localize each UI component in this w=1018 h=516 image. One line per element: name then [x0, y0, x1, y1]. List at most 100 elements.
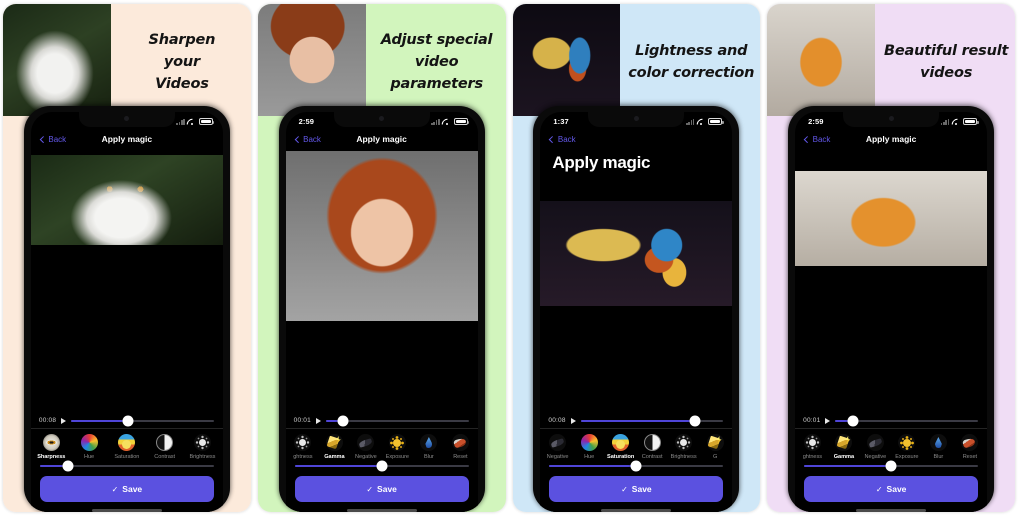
back-button[interactable]: Back	[294, 135, 321, 144]
back-button-label: Back	[48, 134, 67, 144]
filter-item-exposure[interactable]: Exposure	[382, 434, 413, 460]
adjust-slider-row	[795, 460, 987, 472]
current-time-label: 00:01	[803, 417, 821, 424]
filter-item-saturation[interactable]: Saturation	[605, 434, 636, 460]
adjust-slider[interactable]	[294, 460, 469, 472]
hero-photo-owl-thumbnail	[3, 4, 111, 116]
scrubber-knob[interactable]	[847, 415, 859, 426]
promo-caption-line: Lightness and	[635, 42, 748, 59]
scrubber-knob[interactable]	[337, 415, 349, 426]
filter-item-negative[interactable]: Negative	[542, 434, 573, 460]
home-indicator	[91, 509, 162, 512]
promo-caption: Beautiful result videos	[875, 4, 1015, 116]
filter-item-exposure[interactable]: Exposure	[892, 434, 923, 460]
save-button-wrap: ✓ Save	[286, 472, 478, 502]
filter-item-blur[interactable]: Blur	[923, 434, 954, 460]
status-indicators	[176, 118, 215, 125]
video-stage	[795, 149, 988, 413]
filter-item-hue[interactable]: Hue	[71, 434, 108, 460]
filter-label: Exposure	[385, 454, 409, 460]
filter-item-saturation[interactable]: Saturation	[108, 434, 145, 460]
promo-hero: Adjust special video parameters	[257, 4, 506, 116]
scrubber-fill	[71, 419, 129, 422]
save-button[interactable]: ✓ Save	[294, 476, 469, 502]
promo-caption-line: videos	[920, 65, 973, 81]
adjust-knob[interactable]	[885, 460, 897, 472]
back-button[interactable]: Back	[549, 135, 576, 144]
wifi-icon	[187, 118, 196, 125]
filter-item-reset[interactable]: Reset	[955, 434, 986, 460]
scrubber-row: 00:01	[795, 413, 988, 429]
play-icon[interactable]	[825, 417, 831, 424]
filter-item-negative[interactable]: Negative	[351, 434, 382, 460]
gamma-icon	[835, 434, 853, 451]
video-preview[interactable]	[795, 171, 988, 266]
back-button[interactable]: Back	[804, 135, 830, 144]
scrubber-slider[interactable]	[325, 415, 469, 426]
save-button[interactable]: ✓ Save	[804, 476, 979, 502]
play-icon[interactable]	[570, 417, 576, 424]
adjust-slider[interactable]	[549, 460, 724, 472]
chevron-left-icon	[804, 135, 811, 143]
filter-item-brightness[interactable]: Brightness	[668, 434, 699, 460]
back-button[interactable]: Back	[39, 134, 67, 144]
scrubber-knob[interactable]	[689, 415, 701, 426]
play-icon[interactable]	[61, 417, 67, 424]
blur-icon	[929, 434, 947, 451]
scrubber-slider[interactable]	[71, 415, 214, 426]
current-time-label: 00:01	[293, 417, 311, 424]
filter-item-blur[interactable]: Blur	[414, 434, 445, 460]
scrubber-slider[interactable]	[835, 415, 979, 426]
filter-label: Sharpness	[37, 454, 66, 460]
scrubber-knob[interactable]	[122, 415, 134, 426]
filter-item-sharpness[interactable]: Sharpness	[33, 434, 70, 460]
adjust-knob[interactable]	[376, 460, 388, 472]
save-button[interactable]: ✓ Save	[39, 476, 214, 502]
filter-item-ghtness[interactable]: ghtness	[797, 434, 828, 460]
filter-item-contrast[interactable]: Contrast	[637, 434, 668, 460]
cellular-icon	[685, 118, 695, 125]
home-indicator	[601, 509, 672, 512]
save-button-label: Save	[122, 484, 143, 494]
scrubber-row: 00:08	[540, 413, 733, 429]
save-button-label: Save	[886, 484, 907, 494]
sharpness-icon	[42, 434, 60, 451]
navigation-bar: Back Apply magic	[31, 129, 223, 149]
adjust-slider[interactable]	[39, 460, 214, 472]
home-indicator	[346, 509, 417, 512]
filter-item-contrast[interactable]: Contrast	[146, 434, 183, 460]
video-preview[interactable]	[540, 201, 733, 306]
filter-item-gamma[interactable]: Gamma	[829, 434, 860, 460]
filter-item-ghtness[interactable]: ghtness	[288, 434, 319, 460]
video-preview[interactable]	[30, 155, 223, 245]
play-icon[interactable]	[315, 417, 321, 424]
phone-screen: 2:59 Back Apply magic 00:01 ghtness Gamma Nega…	[795, 112, 988, 512]
filter-item-g[interactable]: G	[700, 434, 731, 460]
promo-hero: Sharpen your Videos	[3, 4, 251, 116]
adjust-fill	[549, 465, 637, 467]
promo-caption-line: video	[414, 53, 459, 70]
adjust-knob[interactable]	[62, 460, 74, 472]
adjust-knob[interactable]	[630, 460, 642, 472]
filter-item-brightness[interactable]: Brightness	[184, 434, 221, 460]
filter-item-hue[interactable]: Hue	[574, 434, 605, 460]
adjust-slider[interactable]	[804, 460, 979, 472]
playback-controls: 00:08 Sharpness Hue Saturation Contrast Brigh…	[30, 413, 223, 512]
save-button-wrap: ✓ Save	[795, 472, 987, 502]
status-bar: 2:59	[795, 112, 987, 129]
video-preview[interactable]	[285, 151, 478, 321]
filter-item-gamma[interactable]: Gamma	[319, 434, 350, 460]
reset-icon	[961, 434, 979, 451]
filter-item-negative[interactable]: Negative	[860, 434, 891, 460]
hue-icon	[80, 434, 98, 451]
save-button[interactable]: ✓ Save	[549, 476, 724, 502]
filter-item-reset[interactable]: Reset	[445, 434, 476, 460]
check-icon: ✓	[366, 484, 374, 494]
filter-label: Negative	[355, 454, 377, 460]
scrubber-slider[interactable]	[580, 415, 724, 426]
filter-label: Negative	[546, 454, 569, 460]
gamma-icon	[706, 434, 724, 451]
hero-photo-tiger-thumbnail	[767, 4, 876, 116]
filter-label: Brightness	[670, 454, 697, 460]
video-stage	[540, 173, 733, 413]
